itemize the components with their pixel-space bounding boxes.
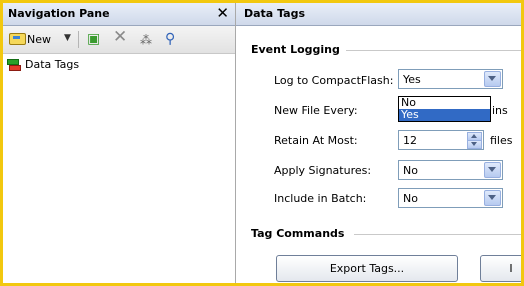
log-to-cf-value: Yes <box>403 73 421 86</box>
close-icon[interactable]: ✕ <box>216 4 229 22</box>
retain-at-most-stepper[interactable]: 12 <box>398 130 484 150</box>
dropdown-option-yes[interactable]: Yes <box>399 109 490 121</box>
tag-commands-title: Tag Commands <box>251 227 345 240</box>
new-file-every-label: New File Every: <box>274 104 358 117</box>
new-file-every-unit: ins <box>492 104 508 117</box>
chevron-down-icon[interactable] <box>484 190 501 206</box>
apply-signatures-select[interactable]: No <box>398 160 503 180</box>
spin-down-icon[interactable] <box>467 140 482 149</box>
log-to-cf-select[interactable]: Yes <box>398 69 503 89</box>
log-to-cf-label: Log to CompactFlash: <box>274 74 394 87</box>
add-folder-icon[interactable]: ▣ <box>87 32 100 46</box>
delete-icon[interactable]: ✕ <box>113 29 127 46</box>
window-frame: Navigation Pane ✕ New ▼ ▣ ✕ ⁂ ⚲ Data Tag… <box>0 0 524 286</box>
include-in-batch-value: No <box>403 192 418 205</box>
chevron-down-icon[interactable] <box>484 162 501 178</box>
section-divider <box>346 50 521 51</box>
import-tags-button[interactable]: I <box>480 255 521 282</box>
include-in-batch-label: Include in Batch: <box>274 192 367 205</box>
retain-at-most-value: 12 <box>403 134 417 147</box>
navigation-toolbar: New ▼ ▣ ✕ ⁂ ⚲ <box>3 26 235 54</box>
section-divider <box>354 234 521 235</box>
chevron-down-icon[interactable]: ▼ <box>64 33 71 43</box>
new-tag-icon[interactable] <box>9 33 26 45</box>
tree-item-label: Data Tags <box>25 58 80 71</box>
data-tags-panel: Data Tags Event Logging Log to CompactFl… <box>236 3 521 283</box>
panel-title: Data Tags <box>244 7 305 20</box>
retain-at-most-label: Retain At Most: <box>274 134 358 147</box>
navigation-pane-header: Navigation Pane ✕ <box>3 3 235 26</box>
rename-icon[interactable]: ⁂ <box>140 33 152 47</box>
export-tags-button[interactable]: Export Tags... <box>276 255 458 282</box>
new-button[interactable]: New <box>27 33 51 46</box>
navigation-pane: Navigation Pane ✕ New ▼ ▣ ✕ ⁂ ⚲ Data Tag… <box>3 3 236 283</box>
apply-signatures-label: Apply Signatures: <box>274 164 372 177</box>
data-tags-icon <box>7 59 21 71</box>
toolbar-divider <box>78 31 79 48</box>
navigation-pane-title: Navigation Pane <box>8 7 110 20</box>
chevron-down-icon[interactable] <box>484 71 501 87</box>
include-in-batch-select[interactable]: No <box>398 188 503 208</box>
event-logging-title: Event Logging <box>251 43 340 56</box>
retain-at-most-unit: files <box>490 134 513 147</box>
apply-signatures-value: No <box>403 164 418 177</box>
panel-header: Data Tags <box>236 3 521 26</box>
search-icon[interactable]: ⚲ <box>165 32 175 46</box>
log-to-cf-dropdown-list: No Yes <box>398 96 491 122</box>
